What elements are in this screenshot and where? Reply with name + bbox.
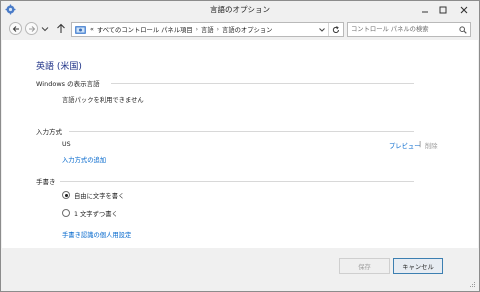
search-input[interactable] <box>351 24 456 35</box>
window-title: 言語のオプション <box>210 5 270 14</box>
radio-freeform[interactable]: 自由に文字を書く <box>62 190 124 200</box>
breadcrumb-all-control-panel-items[interactable]: すべてのコントロール パネル項目 <box>97 25 193 34</box>
handwriting-header: 手書き <box>36 176 56 186</box>
handwriting-section: 手書き <box>36 176 414 186</box>
cancel-button[interactable]: キャンセル <box>393 258 443 274</box>
search-icon[interactable] <box>459 26 467 34</box>
language-title: 英語 (米国) <box>36 62 82 72</box>
input-method-item: US <box>62 141 71 148</box>
breadcrumb-separator[interactable]: › <box>196 26 198 33</box>
recent-locations-dropdown-icon[interactable] <box>41 25 49 33</box>
address-bar[interactable]: « すべてのコントロール パネル項目 › 言語 › 言語のオプション <box>71 22 344 37</box>
add-input-method-link[interactable]: 入力方式の追加 <box>62 155 106 164</box>
save-button[interactable]: 保存 <box>339 258 390 274</box>
input-method-header: 入力方式 <box>36 126 62 136</box>
breadcrumb-overflow[interactable]: « <box>90 26 94 33</box>
navigation-bar: « すべてのコントロール パネル項目 › 言語 › 言語のオプション <box>1 19 479 39</box>
breadcrumb-language-options[interactable]: 言語のオプション <box>222 25 272 34</box>
back-arrow-icon <box>12 25 19 32</box>
display-language-section: Windows の表示言語 <box>36 78 414 88</box>
address-dropdown-icon[interactable] <box>318 26 326 34</box>
maximize-button[interactable] <box>434 1 451 18</box>
refresh-icon <box>332 25 339 33</box>
breadcrumb-separator[interactable]: › <box>217 26 219 33</box>
refresh-button[interactable] <box>328 23 343 36</box>
maximize-icon <box>439 6 446 13</box>
up-arrow-icon[interactable] <box>56 23 66 34</box>
radio-one-char[interactable]: 1 文字ずつ書く <box>62 208 118 218</box>
language-pack-status: 言語パックを利用できません <box>62 97 144 104</box>
forward-arrow-icon <box>28 25 35 32</box>
forward-button[interactable] <box>25 22 38 35</box>
control-panel-window: 言語のオプション « すべてのコントロール パネル項目 › 言語 › 言語のオプ… <box>0 0 480 292</box>
section-divider <box>69 131 414 132</box>
radio-label[interactable]: 自由に文字を書く <box>74 191 124 200</box>
search-box[interactable] <box>347 22 471 37</box>
radio-button[interactable] <box>62 209 70 217</box>
preview-link[interactable]: プレビュー <box>389 141 420 150</box>
section-divider <box>111 83 414 84</box>
radio-label[interactable]: 1 文字ずつ書く <box>74 209 118 218</box>
close-icon <box>460 6 468 13</box>
breadcrumb-language[interactable]: 言語 <box>201 25 214 34</box>
link-divider: | <box>419 141 422 148</box>
breadcrumb: « すべてのコントロール パネル項目 › 言語 › 言語のオプション <box>90 25 272 34</box>
input-method-section: 入力方式 <box>36 126 414 136</box>
control-panel-location-icon <box>75 25 86 34</box>
radio-button-selected[interactable] <box>62 191 70 199</box>
remove-link[interactable]: 削除 <box>425 141 438 150</box>
content-panel: 英語 (米国) Windows の表示言語 言語パックを利用できません 入力方式… <box>2 40 478 248</box>
section-divider <box>60 181 414 182</box>
close-button[interactable] <box>452 1 476 18</box>
minimize-icon <box>421 11 428 12</box>
title-bar: 言語のオプション <box>1 1 479 18</box>
personalize-handwriting-link[interactable]: 手書き認識の個人用設定 <box>62 230 131 239</box>
display-language-header: Windows の表示言語 <box>36 78 100 88</box>
minimize-button[interactable] <box>416 1 433 18</box>
resize-grip-icon[interactable] <box>468 280 476 288</box>
back-button[interactable] <box>9 22 22 35</box>
